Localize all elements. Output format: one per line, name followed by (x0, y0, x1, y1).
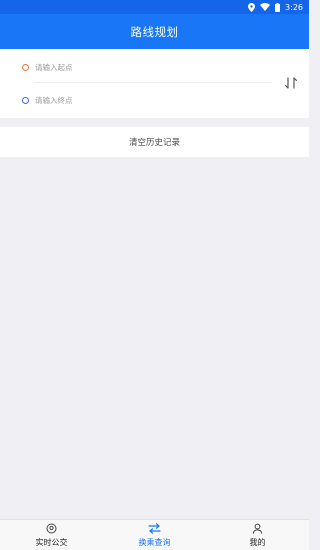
tab-mine[interactable]: 我的 (206, 520, 309, 550)
transfer-icon (148, 523, 161, 535)
swap-vertical-icon (284, 74, 298, 93)
location-icon (248, 2, 256, 12)
swap-button[interactable] (282, 74, 300, 92)
end-dot-icon (22, 96, 29, 104)
route-panel (0, 49, 309, 118)
clear-history-button[interactable]: 清空历史记录 (0, 127, 309, 157)
page-title: 路线规划 (130, 24, 179, 39)
start-dot-icon (22, 63, 29, 71)
route-divider (34, 82, 272, 83)
end-row (22, 90, 235, 110)
clear-history-label: 清空历史记录 (128, 138, 180, 148)
app-header: 路线规划 (0, 14, 309, 49)
start-row (22, 57, 235, 77)
end-input[interactable] (35, 95, 235, 105)
status-time: 3:26 (285, 2, 303, 12)
tab-label: 我的 (249, 537, 266, 547)
tab-transfer-query[interactable]: 换乘查询 (103, 520, 206, 550)
tab-label: 实时公交 (35, 537, 68, 547)
status-bar: 3:26 (0, 0, 309, 14)
battery-icon (275, 2, 281, 12)
wifi-icon (260, 3, 271, 11)
map-pin-icon (46, 523, 57, 535)
tab-label: 换乘查询 (138, 537, 171, 547)
start-input[interactable] (35, 62, 235, 72)
user-icon (252, 523, 263, 535)
bottom-tab-bar: 实时公交 换乘查询 我的 (0, 519, 309, 550)
tab-realtime-bus[interactable]: 实时公交 (0, 520, 103, 550)
